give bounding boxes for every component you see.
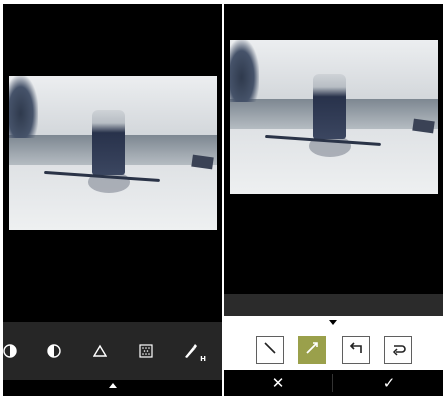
divider xyxy=(332,374,333,392)
arrow-line-option-button[interactable] xyxy=(298,336,326,364)
brush-h-icon[interactable]: H xyxy=(183,342,206,363)
check-icon: ✓ xyxy=(382,374,396,392)
triangle-icon[interactable] xyxy=(91,342,109,360)
filter-toolbar: H xyxy=(3,322,222,380)
right-phone-screen: ✕ ✓ xyxy=(224,4,443,396)
grain-icon[interactable] xyxy=(137,342,155,360)
left-phone-screen: H xyxy=(3,4,222,396)
photo-preview xyxy=(9,76,217,230)
line-option-button[interactable] xyxy=(256,336,284,364)
half-circle-icon[interactable] xyxy=(3,342,19,360)
contrast-icon[interactable] xyxy=(45,342,63,360)
caret-down-icon[interactable] xyxy=(329,320,337,325)
undo-icon xyxy=(348,340,364,360)
diagonal-line-arrow-icon xyxy=(304,340,320,360)
confirm-button[interactable]: ✓ xyxy=(379,374,399,392)
undo-button[interactable] xyxy=(342,336,370,364)
redo-icon xyxy=(390,340,406,360)
redo-button[interactable] xyxy=(384,336,412,364)
cancel-button[interactable]: ✕ xyxy=(268,374,288,392)
caret-up-icon[interactable] xyxy=(109,383,117,388)
brush-h-badge: H xyxy=(200,355,206,363)
bottom-action-bar: ✕ ✓ xyxy=(224,370,443,396)
photo-preview-edit xyxy=(230,40,438,194)
diagonal-line-icon xyxy=(262,340,278,360)
tool-strip xyxy=(224,294,443,316)
close-icon: ✕ xyxy=(271,374,285,392)
